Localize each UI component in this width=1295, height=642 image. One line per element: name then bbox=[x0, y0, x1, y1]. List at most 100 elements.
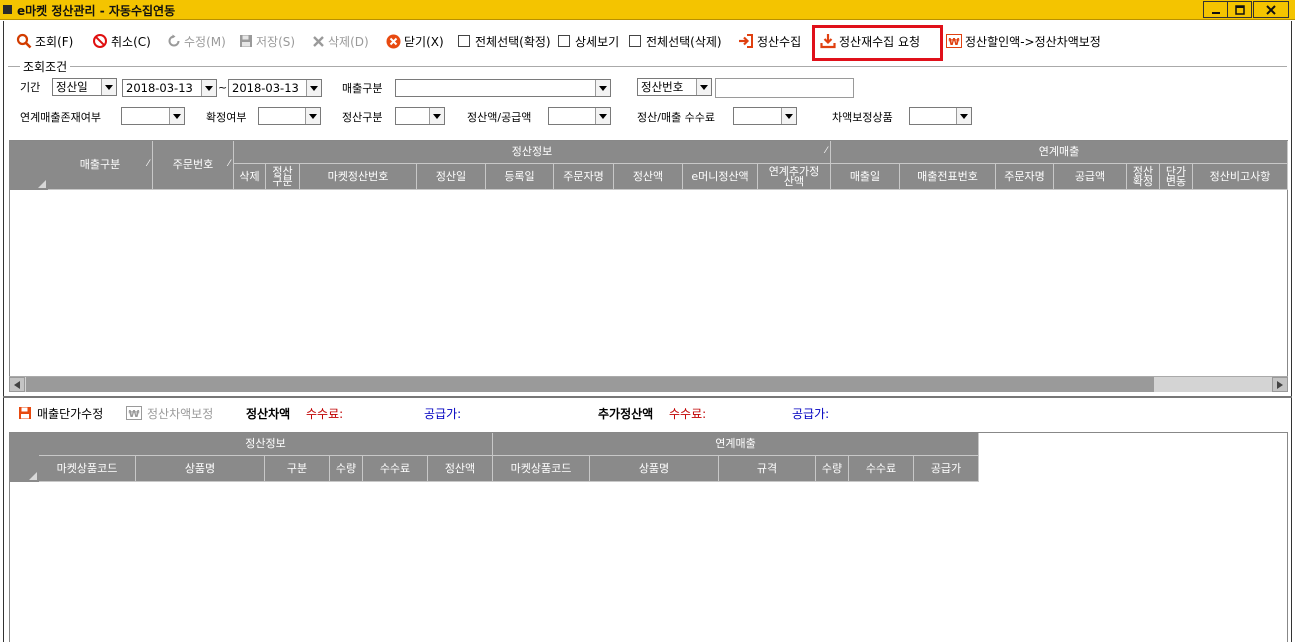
fee-select[interactable] bbox=[733, 107, 797, 125]
settle-type-select[interactable] bbox=[395, 107, 445, 125]
checkbox-box bbox=[629, 35, 641, 47]
maximize-button[interactable] bbox=[1227, 1, 1252, 18]
col-market-settle-no[interactable]: 마켓정산번호 bbox=[300, 164, 417, 190]
scroll-right-button[interactable] bbox=[1272, 377, 1288, 392]
corner-triangle-icon bbox=[29, 472, 37, 480]
diff-adjust-select[interactable] bbox=[909, 107, 972, 125]
unit-price-edit-button[interactable]: 매출단가수정 bbox=[18, 404, 103, 422]
col-price-change[interactable]: 단가변동 bbox=[1160, 164, 1193, 190]
search-conditions-legend: 조회조건 bbox=[20, 58, 71, 75]
col-extra-settle[interactable]: 연계추가정산액 bbox=[758, 164, 831, 190]
cancel-button[interactable]: 취소(C) bbox=[92, 30, 151, 52]
magnifier-icon bbox=[16, 33, 32, 49]
g2-col-qty[interactable]: 수량 bbox=[330, 456, 363, 482]
detail-view-checkbox[interactable]: 상세보기 bbox=[558, 30, 619, 52]
select-all-delete-checkbox[interactable]: 전체선택(삭제) bbox=[629, 30, 722, 52]
select-all-confirm-label: 전체선택(확정) bbox=[475, 34, 551, 49]
key-type-select[interactable]: 정산번호 bbox=[637, 78, 712, 96]
cancel-label: 취소(C) bbox=[111, 34, 151, 49]
g2-col-product-name[interactable]: 상품명 bbox=[136, 456, 265, 482]
chevron-down-icon bbox=[101, 79, 116, 95]
panel-divider[interactable] bbox=[3, 396, 1292, 398]
diff-adjust-button[interactable]: ₩ 정산차액보정 bbox=[126, 404, 213, 422]
chevron-down-icon bbox=[306, 80, 321, 96]
close-circle-icon bbox=[386, 34, 401, 49]
g2-col-qty-2[interactable]: 수량 bbox=[816, 456, 849, 482]
highlight-box bbox=[812, 25, 943, 61]
scroll-thumb[interactable] bbox=[26, 377, 1154, 392]
col-sales-type[interactable]: 매출구분 ⁄ bbox=[48, 141, 153, 190]
g2-col-spec[interactable]: 규격 bbox=[719, 456, 816, 482]
col-reg-date[interactable]: 등록일 bbox=[486, 164, 554, 190]
collect-label: 정산수집 bbox=[757, 34, 802, 49]
col-orderer-2[interactable]: 주문자명 bbox=[996, 164, 1054, 190]
minimize-button[interactable] bbox=[1203, 1, 1228, 18]
collect-button[interactable]: 정산수집 bbox=[738, 30, 801, 52]
x-icon bbox=[312, 35, 325, 48]
select-all-confirm-checkbox[interactable]: 전체선택(확정) bbox=[458, 30, 551, 52]
select-all-delete-label: 전체선택(삭제) bbox=[646, 34, 722, 49]
col-delete[interactable]: 삭제 bbox=[234, 164, 266, 190]
g2-col-fee-2[interactable]: 수수료 bbox=[849, 456, 914, 482]
col-settle-confirm[interactable]: 정산확정 bbox=[1127, 164, 1160, 190]
delete-button[interactable]: 삭제(D) bbox=[312, 30, 369, 52]
refresh-icon bbox=[167, 34, 181, 48]
save-button[interactable]: 저장(S) bbox=[239, 30, 295, 52]
search-button[interactable]: 조회(F) bbox=[16, 30, 73, 52]
col-sales-date[interactable]: 매출일 bbox=[831, 164, 900, 190]
g2-col-market-code[interactable]: 마켓상품코드 bbox=[39, 456, 136, 482]
date-to-value: 2018-03-13 bbox=[232, 81, 299, 95]
chevron-down-icon bbox=[956, 108, 971, 124]
g2-group-linked-sales: 연계매출 bbox=[493, 433, 979, 456]
period-type-select[interactable]: 정산일 bbox=[52, 78, 117, 96]
g2-col-supply[interactable]: 공급가 bbox=[914, 456, 979, 482]
floppy-icon bbox=[18, 406, 32, 420]
search-label: 조회(F) bbox=[35, 34, 74, 49]
confirmed-select[interactable] bbox=[258, 107, 321, 125]
period-type-value: 정산일 bbox=[56, 80, 88, 94]
col-emoney[interactable]: e머니정산액 bbox=[683, 164, 758, 190]
save-label: 저장(S) bbox=[256, 34, 296, 49]
close-window-button[interactable] bbox=[1253, 1, 1289, 18]
col-supply[interactable]: 공급액 bbox=[1054, 164, 1127, 190]
col-order-no[interactable]: 주문번호 ⁄ bbox=[153, 141, 234, 190]
sales-type-label: 매출구분 bbox=[342, 82, 383, 95]
g2-col-fee[interactable]: 수수료 bbox=[363, 456, 428, 482]
confirmed-label: 확정여부 bbox=[206, 111, 247, 124]
checkbox-box bbox=[558, 35, 570, 47]
close-button[interactable]: 닫기(X) bbox=[386, 30, 444, 52]
linked-exists-select[interactable] bbox=[121, 107, 185, 125]
g2-col-product-name-2[interactable]: 상품명 bbox=[590, 456, 719, 482]
chevron-down-icon bbox=[781, 108, 796, 124]
date-to-picker[interactable]: 2018-03-13 bbox=[228, 79, 322, 97]
extra-settle-supply-label: 공급가: bbox=[792, 406, 830, 421]
g2-col-settle-amount[interactable]: 정산액 bbox=[428, 456, 493, 482]
amount-supply-select[interactable] bbox=[548, 107, 611, 125]
sort-icon: ⁄ bbox=[147, 159, 149, 169]
grid2-corner bbox=[10, 433, 39, 482]
discount-adjust-label: 정산할인액->정산차액보정 bbox=[965, 34, 1101, 49]
date-from-picker[interactable]: 2018-03-13 bbox=[122, 79, 217, 97]
col-remarks[interactable]: 정산비고사항 bbox=[1193, 164, 1288, 190]
corner-triangle-icon bbox=[38, 180, 46, 188]
scroll-left-button[interactable] bbox=[9, 377, 25, 392]
col-settle-type[interactable]: 정산구분 bbox=[266, 164, 300, 190]
edit-button[interactable]: 수정(M) bbox=[167, 30, 226, 52]
col-orderer[interactable]: 주문자명 bbox=[554, 164, 614, 190]
discount-adjust-button[interactable]: ₩ 정산할인액->정산차액보정 bbox=[946, 30, 1101, 52]
close-label: 닫기(X) bbox=[404, 34, 444, 49]
g2-col-market-code-2[interactable]: 마켓상품코드 bbox=[493, 456, 590, 482]
col-sales-slip[interactable]: 매출전표번호 bbox=[900, 164, 996, 190]
col-settle-date[interactable]: 정산일 bbox=[417, 164, 486, 190]
won-icon: ₩ bbox=[946, 34, 962, 48]
chevron-down-icon bbox=[595, 80, 610, 96]
chevron-down-icon bbox=[201, 80, 216, 96]
won-icon: ₩ bbox=[126, 406, 142, 420]
title-bar bbox=[0, 0, 1295, 20]
g2-col-type[interactable]: 구분 bbox=[265, 456, 330, 482]
col-settle-amount[interactable]: 정산액 bbox=[614, 164, 683, 190]
edit-label: 수정(M) bbox=[184, 34, 226, 49]
sales-type-select[interactable] bbox=[395, 79, 611, 97]
key-value-input[interactable] bbox=[715, 78, 854, 98]
key-type-value: 정산번호 bbox=[641, 80, 684, 94]
